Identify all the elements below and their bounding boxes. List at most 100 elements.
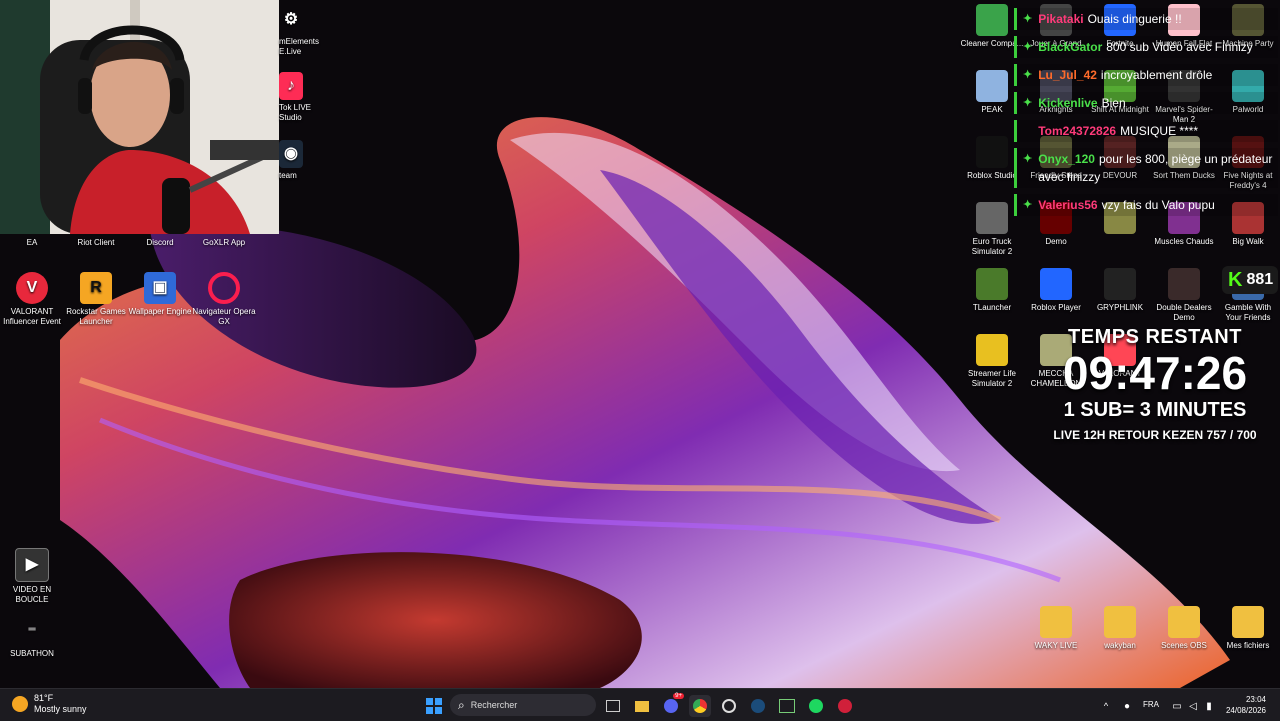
desktop-icon-label: Riot Client	[77, 238, 115, 247]
desktop-icon-label: Euro Truck Simulator 2	[971, 237, 1013, 256]
task-view-button[interactable]	[602, 695, 624, 717]
show-hidden-icons-button[interactable]: ^	[1095, 695, 1117, 717]
desktop-icon-label: GRYPHLINK	[1096, 303, 1144, 312]
desktop-icon-label: VIDEO EN BOUCLE	[12, 585, 52, 604]
chat-username: Kickenlive	[1038, 96, 1098, 110]
app-icon	[1168, 268, 1200, 300]
desktop-icon-label: VALORANT Influencer Event	[3, 307, 61, 326]
chat-username: Pikataki	[1038, 12, 1084, 26]
folder-icon	[1040, 606, 1072, 638]
taskbar-chrome[interactable]	[689, 695, 711, 717]
timer-countdown: 09:47:26	[1062, 347, 1248, 399]
chat-message: ✦ Pikataki Ouais dinguerie !!	[1014, 8, 1278, 30]
app-icon	[976, 268, 1008, 300]
taskbar-obs[interactable]	[718, 695, 740, 717]
chat-text: incroyablement drôle	[1100, 68, 1213, 82]
chat-username: Tom24372826	[1038, 124, 1117, 138]
chat-message: ✦ Onyx_120 pour les 800, piège un prédateu…	[1014, 148, 1278, 188]
windows-logo-icon	[426, 698, 442, 714]
app-icon	[1040, 268, 1072, 300]
app-icon	[976, 4, 1008, 36]
taskbar-discord[interactable]: 9+	[660, 693, 684, 717]
desktop-folder-wakyban[interactable]: wakyban	[1088, 606, 1152, 651]
desktop-icon-label: Big Walk	[1232, 237, 1264, 246]
taskbar-steam[interactable]	[747, 695, 769, 717]
desktop-icon-label: Gamble With Your Friends	[1224, 303, 1272, 322]
desktop-icon-discord[interactable]: Discord	[128, 238, 192, 248]
desktop-icon-video-en-boucle[interactable]: ▶ VIDEO EN BOUCLE	[0, 548, 64, 605]
clock[interactable]: 23:04 24/08/2026	[1222, 694, 1266, 716]
desktop-icon-riot-client[interactable]: Riot Client	[64, 238, 128, 248]
video-file-icon: ▶	[15, 548, 49, 582]
desktop-icon-opera-gx[interactable]: Navigateur Opera GX	[192, 272, 256, 327]
desktop-icon-right[interactable]: TLauncher	[960, 268, 1024, 313]
desktop-icon-label: Mes fichiers	[1226, 641, 1270, 650]
desktop-icon-label: GoXLR App	[202, 238, 246, 247]
desktop-icon-label: Roblox Player	[1031, 303, 1081, 312]
desktop-icon-valorant-influencer[interactable]: V VALORANT Influencer Event	[0, 272, 64, 327]
streamer-webcam-image	[0, 0, 279, 234]
desktop-icon-label: TLauncher	[972, 303, 1012, 312]
chat-star-icon: ✦	[1023, 97, 1033, 109]
task-view-icon	[606, 700, 620, 712]
desktop-icon-label: Tok LIVE Studio	[279, 103, 312, 122]
desktop-folder-waky-live[interactable]: WAKY LIVE	[1024, 606, 1088, 651]
desktop-icon-subathon[interactable]: ═ SUBATHON	[0, 614, 64, 659]
desktop-icon-label: mElements E.Live	[279, 37, 320, 56]
folder-icon	[635, 700, 649, 712]
kick-viewer-count: 881	[1246, 271, 1274, 288]
desktop-icon-label: Streamer Life Simulator 2	[967, 369, 1017, 388]
search-box[interactable]: ⌕ Rechercher	[450, 694, 596, 716]
xbox-icon	[779, 699, 795, 713]
taskbar-file-explorer[interactable]	[631, 695, 653, 717]
tiktok-icon: ♪	[279, 72, 303, 100]
desktop-icon-right[interactable]: Streamer Life Simulator 2	[960, 334, 1024, 389]
desktop-icon-right[interactable]: GRYPHLINK	[1088, 268, 1152, 313]
taskbar-app[interactable]	[834, 695, 856, 717]
taskbar: 81°F Mostly sunny ⌕ Rechercher 9+ ^ ● FR…	[0, 688, 1280, 721]
webcam-overlay	[0, 0, 279, 234]
desktop-icon-wallpaper-engine[interactable]: ▣ Wallpaper Engine	[128, 272, 192, 317]
timer-rule: 1 SUB= 3 MINUTES	[1063, 399, 1247, 421]
chat-message: ✦Tom24372826MUSIQUE ****	[1014, 120, 1278, 142]
chat-text: MUSIQUE ****	[1120, 124, 1199, 138]
desktop-folder-scenes-obs[interactable]: Scenes OBS	[1152, 606, 1216, 651]
battery-icon[interactable]: ▮	[1198, 695, 1220, 717]
steam-icon	[751, 699, 765, 713]
desktop-folder-mes-fichiers[interactable]: Mes fichiers	[1216, 606, 1280, 651]
desktop-icon-partial-elements[interactable]: ⚙ mElements E.Live	[279, 6, 319, 57]
desktop-icon-goxlr[interactable]: GoXLR App	[192, 238, 256, 248]
desktop-icon-label: Navigateur Opera GX	[192, 307, 256, 326]
desktop-icon-label: Scenes OBS	[1161, 641, 1207, 650]
desktop-icon-label: Rockstar Games Launcher	[66, 307, 126, 326]
chat-text: 800 sub Vidéo avec Finnizy	[1106, 40, 1253, 54]
kick-logo-icon: K	[1228, 268, 1243, 291]
valorant-influencer-icon: V	[16, 272, 48, 304]
start-button[interactable]	[423, 695, 445, 717]
taskbar-xbox[interactable]	[776, 695, 798, 717]
desktop-icon-rockstar[interactable]: R Rockstar Games Launcher	[64, 272, 128, 327]
chat-text: vzy fais du Valo pupu	[1101, 198, 1215, 212]
desktop-icon-partial-tiktok[interactable]: ♪ Tok LIVE Studio	[279, 72, 319, 123]
desktop-icon-partial-steam[interactable]: ◉ team	[279, 140, 319, 181]
chat-message: ✦ Valerius56 vzy fais du Valo pupu	[1014, 194, 1278, 216]
app-icon	[976, 136, 1008, 168]
chat-star-icon: ✦	[1023, 153, 1033, 165]
desktop-icon-ea[interactable]: EA	[0, 238, 64, 248]
language-indicator[interactable]: FRA	[1143, 700, 1159, 709]
microphone-icon[interactable]: ●	[1116, 695, 1138, 717]
folder-icon	[1168, 606, 1200, 638]
weather-temp: 81°F	[34, 693, 54, 703]
stream-chat-overlay: ✦ Pikataki Ouais dinguerie !! ✦ BlackGator 8…	[1014, 8, 1278, 222]
app-icon	[976, 334, 1008, 366]
weather-widget[interactable]: 81°F Mostly sunny	[12, 693, 87, 715]
desktop-icon-right[interactable]: Roblox Player	[1024, 268, 1088, 313]
taskbar-spotify[interactable]	[805, 695, 827, 717]
rockstar-icon: R	[80, 272, 112, 304]
notification-badge: 9+	[673, 693, 684, 699]
desktop-icon-right[interactable]: Double Dealers Demo	[1152, 268, 1216, 323]
subathon-timer-overlay: TEMPS RESTANT 09:47:26 1 SUB= 3 MINUTES …	[1030, 326, 1280, 442]
chat-star-icon: ✦	[1023, 69, 1033, 81]
chat-text: Ouais dinguerie !!	[1087, 12, 1182, 26]
chat-message: ✦ Lu_Jul_42 incroyablement drôle	[1014, 64, 1278, 86]
